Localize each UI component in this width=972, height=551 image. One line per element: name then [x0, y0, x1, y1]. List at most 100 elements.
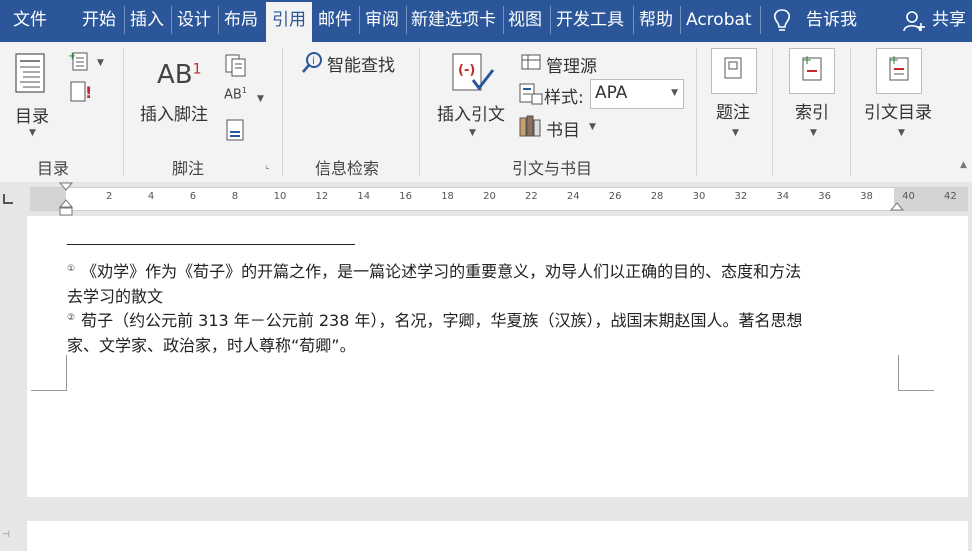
footnote-1-mark: ①	[67, 264, 76, 274]
manage-sources-icon[interactable]	[520, 52, 544, 72]
ruler-tick-label: 16	[399, 191, 413, 202]
tab-help[interactable]: 帮助	[639, 0, 673, 40]
tab-references[interactable]: 引用	[266, 2, 312, 42]
document-page[interactable]: ① 《劝学》作为《荀子》的开篇之作，是一篇论述学习的重要意义，劝导人们以正确的目的…	[27, 216, 968, 497]
tab-insert[interactable]: 插入	[130, 0, 164, 40]
ruler-tick-label: 18	[441, 191, 454, 202]
svg-text:+: +	[802, 53, 812, 67]
tab-divider	[680, 6, 681, 34]
ruler-tick-label: 20	[483, 191, 496, 202]
tell-me-search[interactable]: 告诉我	[806, 0, 857, 40]
tab-divider	[633, 6, 634, 34]
style-icon	[519, 83, 543, 105]
toc-button[interactable]: 目录	[15, 102, 49, 127]
ruler-tick-label: 34	[776, 191, 790, 202]
index-button[interactable]: 索引	[795, 98, 829, 123]
ribbon-references: 目录 ▼ 目录 + ▼ ! AB1 插入脚注 AB1 ▼ 脚注 ⌞ i 智能查找…	[0, 42, 972, 183]
chevron-down-icon[interactable]: ▼	[671, 88, 678, 98]
smart-lookup-button[interactable]: 智能查找	[327, 51, 395, 76]
ruler-tick-label: 6	[189, 191, 197, 202]
tab-stop-selector-icon[interactable]	[3, 194, 13, 204]
share-person-icon[interactable]	[902, 9, 926, 33]
ruler-tick-label: 26	[608, 191, 622, 202]
group-label-research: 信息检索	[315, 159, 380, 178]
bibliography-icon[interactable]	[518, 114, 544, 138]
ruler-tick-label: 2	[106, 191, 113, 202]
group-label-citations: 引文与书目	[512, 159, 593, 178]
chevron-down-icon[interactable]: ▼	[257, 94, 264, 104]
svg-text:(-): (-)	[458, 63, 475, 78]
ruler-tick-label: 38	[860, 191, 873, 202]
horizontal-ruler[interactable]: 2 4 6 8 10 12 14 16 18 20 22 24 26 28 30 32 34 36 38 40 42	[0, 182, 972, 216]
footnote-2-mark: ②	[67, 313, 76, 323]
chevron-down-icon[interactable]: ▼	[469, 128, 476, 138]
group-divider	[772, 48, 773, 176]
tab-divider	[359, 6, 360, 34]
bibliography-button[interactable]: 书目	[546, 116, 580, 141]
tab-review[interactable]: 审阅	[365, 0, 399, 40]
chevron-down-icon[interactable]: ▼	[810, 128, 817, 138]
ruler-tick-label: 14	[357, 191, 371, 202]
table-of-authorities-button[interactable]: 引文目录	[864, 98, 932, 123]
vertical-ruler-marker: ⊣	[2, 530, 10, 540]
footnote-ab-icon[interactable]: AB1	[157, 60, 202, 90]
tab-home[interactable]: 开始	[82, 0, 116, 40]
chevron-down-icon[interactable]: ▼	[97, 58, 104, 68]
group-divider	[419, 48, 420, 176]
citation-style-select[interactable]: APA ▼	[590, 79, 684, 109]
chevron-down-icon[interactable]: ▼	[898, 128, 905, 138]
table-of-authorities-icon[interactable]: +	[876, 48, 922, 94]
tab-developer[interactable]: 开发工具	[556, 0, 624, 40]
tab-divider	[171, 6, 172, 34]
tab-mailings[interactable]: 邮件	[318, 0, 352, 40]
tab-design[interactable]: 设计	[177, 0, 211, 40]
tab-new-tab[interactable]: 新建选项卡	[411, 0, 496, 40]
share-button[interactable]: 共享	[932, 0, 966, 40]
insert-citation-icon[interactable]: (-)	[449, 52, 495, 96]
dialog-launcher-icon[interactable]: ⌞	[265, 160, 270, 171]
update-table-icon[interactable]: !	[68, 80, 94, 104]
indent-marker-icon[interactable]	[58, 182, 74, 216]
insert-footnote-button[interactable]: 插入脚注	[140, 100, 208, 125]
chevron-down-icon[interactable]: ▼	[732, 128, 739, 138]
tab-acrobat[interactable]: Acrobat	[686, 0, 752, 40]
tab-view[interactable]: 视图	[508, 0, 542, 40]
collapse-ribbon-icon[interactable]: ▲	[960, 160, 967, 170]
group-divider	[282, 48, 283, 176]
insert-endnote-icon[interactable]	[224, 52, 250, 78]
ruler-tick-label: 42	[944, 191, 957, 202]
chevron-down-icon[interactable]: ▼	[29, 128, 36, 138]
tab-layout[interactable]: 布局	[224, 0, 258, 40]
footnote-2-line-1[interactable]: ② 荀子（约公元前 313 年－公元前 238 年），名况，字卿，华夏族（汉族），…	[67, 307, 803, 331]
tab-divider	[218, 6, 219, 34]
ruler-tick-label: 28	[650, 191, 664, 202]
footnote-1-line-2[interactable]: 去学习的散文	[67, 283, 163, 307]
smart-lookup-icon[interactable]: i	[301, 50, 325, 74]
group-label-toc: 目录	[37, 159, 70, 178]
ruler-tick-label: 12	[315, 191, 329, 202]
chevron-down-icon[interactable]: ▼	[589, 122, 596, 132]
svg-text:+: +	[889, 53, 899, 67]
group-divider	[123, 48, 124, 176]
tab-file[interactable]: 文件	[13, 0, 47, 40]
ruler-tick-label: 8	[231, 191, 239, 202]
ruler-tick-label: 22	[525, 191, 538, 202]
insert-citation-button[interactable]: 插入引文	[437, 100, 505, 125]
insert-caption-button[interactable]: 题注	[716, 98, 750, 123]
group-divider	[696, 48, 697, 176]
ribbon-tab-bar: 文件 开始 插入 设计 布局 引用 邮件 审阅 新建选项卡 视图 开发工具 帮助…	[0, 0, 972, 42]
lightbulb-icon[interactable]	[772, 8, 792, 34]
ruler-tick-label: 4	[147, 191, 155, 202]
table-of-contents-icon[interactable]	[14, 52, 48, 96]
add-text-icon[interactable]: +	[68, 50, 94, 72]
next-footnote-icon[interactable]: AB1	[224, 86, 247, 102]
footnote-1-line-1[interactable]: ① 《劝学》作为《荀子》的开篇之作，是一篇论述学习的重要意义，劝导人们以正确的目的…	[67, 258, 801, 282]
footnote-2-line-2[interactable]: 家、文学家、政治家，时人尊称“荀卿”。	[67, 332, 356, 356]
manage-sources-button[interactable]: 管理源	[546, 52, 597, 77]
index-icon[interactable]: +	[789, 48, 835, 94]
show-notes-icon[interactable]	[225, 118, 247, 142]
svg-text:i: i	[312, 56, 315, 67]
tab-divider	[406, 6, 407, 34]
caption-icon[interactable]	[711, 48, 757, 94]
svg-text:+: +	[68, 51, 76, 62]
